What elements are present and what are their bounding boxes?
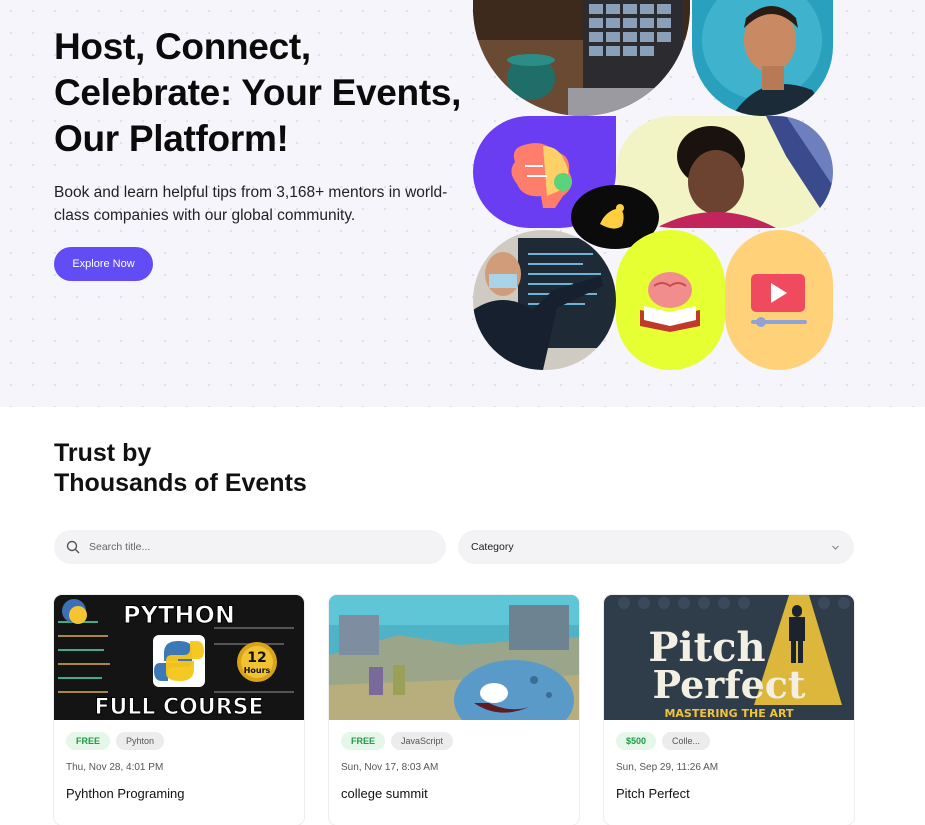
category-select-label: Category (471, 541, 514, 553)
section-title-line2: Thousands of Events (54, 469, 307, 497)
chevron-down-icon (832, 545, 839, 550)
price-badge: FREE (66, 732, 111, 750)
hero-subtitle: Book and learn helpful tips from 3,168+ … (54, 184, 448, 224)
event-thumbnail: Pitch Perfect MASTERING THE ART (604, 595, 854, 720)
video-call-photo (473, 0, 690, 116)
category-badge: Colle... (662, 732, 711, 750)
event-date: Thu, Nov 28, 4:01 PM (66, 762, 164, 773)
book-brain-icon-tile (616, 230, 725, 370)
search-input[interactable] (87, 540, 421, 554)
price-badge: FREE (341, 732, 386, 750)
event-card[interactable]: PYTHON 12 Hours FULL COURSE FREE Pyhton … (54, 595, 304, 825)
event-thumbnail: PYTHON 12 Hours FULL COURSE (54, 595, 304, 720)
hero-title: Host, Connect, Celebrate: Your Events, O… (54, 26, 462, 159)
laughing-man-photo (692, 0, 833, 116)
search-icon (66, 540, 80, 554)
thumbnail-text-12: 12 (247, 650, 266, 666)
section-title: Trust by Thousands of Events (54, 438, 307, 498)
event-title[interactable]: Pyhthon Programing (66, 786, 185, 801)
presenter-photo (473, 230, 616, 370)
thumbnail-text-full-course: FULL COURSE (94, 695, 263, 720)
thumbnail-text-subtitle: MASTERING THE ART (664, 707, 794, 720)
event-date: Sun, Sep 29, 11:26 AM (616, 762, 719, 773)
event-date: Sun, Nov 17, 8:03 AM (341, 762, 439, 773)
hero-image-collage (473, 0, 833, 370)
category-badge: Pyhton (116, 732, 165, 750)
price-badge: $500 (616, 732, 657, 750)
thumbnail-text-python: PYTHON (123, 601, 235, 629)
hero-section: Host, Connect, Celebrate: Your Events, O… (0, 0, 925, 407)
event-title[interactable]: college summit (341, 786, 428, 801)
event-thumbnail (329, 595, 579, 720)
event-card[interactable]: FREE JavaScript Sun, Nov 17, 8:03 AM col… (329, 595, 579, 825)
search-box[interactable] (54, 530, 446, 564)
event-card[interactable]: Pitch Perfect MASTERING THE ART $500 Col… (604, 595, 854, 825)
event-title[interactable]: Pitch Perfect (616, 786, 690, 801)
thumbnail-text-perfect: Perfect (653, 662, 806, 707)
section-title-line1: Trust by (54, 439, 152, 467)
explore-now-button[interactable]: Explore Now (54, 247, 153, 281)
thumbnail-text-hours: Hours (244, 666, 271, 675)
video-play-icon-tile (725, 230, 833, 370)
category-badge: JavaScript (391, 732, 454, 750)
category-select[interactable]: Category (458, 530, 854, 564)
